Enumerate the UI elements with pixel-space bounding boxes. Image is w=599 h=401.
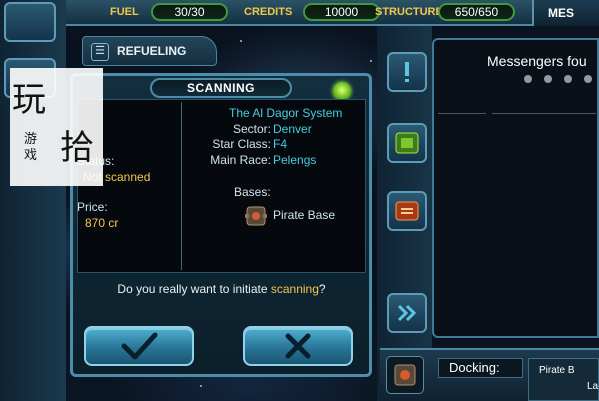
system-name: The Al Dagor System [229,106,343,120]
panel-divider [181,102,182,270]
page-dot[interactable] [584,75,592,83]
fuel-value: 30/30 [151,3,228,21]
structure-value: 650/650 [438,3,515,21]
green-panel-icon [395,132,419,154]
star-class-value: F4 [273,137,288,151]
fuel-label: FUEL [110,6,139,18]
price-label: Price: [77,200,108,214]
scan-indicator-icon[interactable] [333,82,351,100]
page-dot[interactable] [524,75,532,83]
close-icon [285,333,311,359]
top-status-bar: FUEL 30/30 CREDITS 10000 STRUCTURE 650/6… [66,0,599,26]
messengers-panel [432,38,599,338]
refueling-tab[interactable]: ☰ REFUELING [82,36,217,66]
credits-value: 10000 [303,3,380,21]
pirate-base-icon [243,203,269,229]
confirm-question: Do you really want to initiate scanning? [117,282,326,296]
page-dot[interactable] [564,75,572,83]
docking-label: Docking: [438,358,523,378]
double-chevron-icon [397,304,417,322]
info-panel [77,99,366,273]
cancel-button[interactable] [243,326,353,366]
messengers-tab[interactable]: MES [532,0,599,26]
map-button[interactable] [387,123,427,163]
watermark-char-3: 戏 [24,148,38,163]
dialog-title: SCANNING [150,78,292,98]
main-race-label: Main Race: [210,153,271,167]
page-dot[interactable] [544,75,552,83]
watermark-char-1: 玩 [12,80,46,120]
credits-label: CREDITS [244,6,293,18]
divider-line [438,113,486,114]
messengers-title: Messengers fou [487,53,587,69]
main-race-value: Pelengs [273,153,317,167]
docking-info-line1: Pirate B [539,365,575,376]
base-name[interactable]: Pirate Base [273,208,335,222]
docking-info-line2: La [587,381,599,392]
messages-button[interactable] [387,191,427,231]
watermark-logo: 玩 游 戏 拾 [10,68,103,186]
alert-button[interactable] [387,52,427,92]
confirm-button[interactable] [84,326,194,366]
star-class-label: Star Class: [212,137,271,151]
refueling-label: REFUELING [117,44,187,58]
station-icon[interactable] [386,356,424,394]
price-value: 870 cr [85,216,119,230]
fuel-icon: ☰ [91,43,109,61]
sector-label: Sector: [232,122,271,136]
divider-line [492,113,596,114]
galaxy-map-button[interactable] [4,2,56,42]
next-button[interactable] [387,293,427,333]
watermark-char-4: 拾 [60,128,94,168]
sector-value: Denver [273,122,312,136]
docking-info[interactable]: Pirate B La [528,358,599,401]
bases-label: Bases: [234,185,271,199]
message-icon [395,201,419,221]
exclamation-icon [405,62,409,82]
checkmark-icon [121,332,158,360]
structure-label: STRUCTURE [375,6,443,18]
